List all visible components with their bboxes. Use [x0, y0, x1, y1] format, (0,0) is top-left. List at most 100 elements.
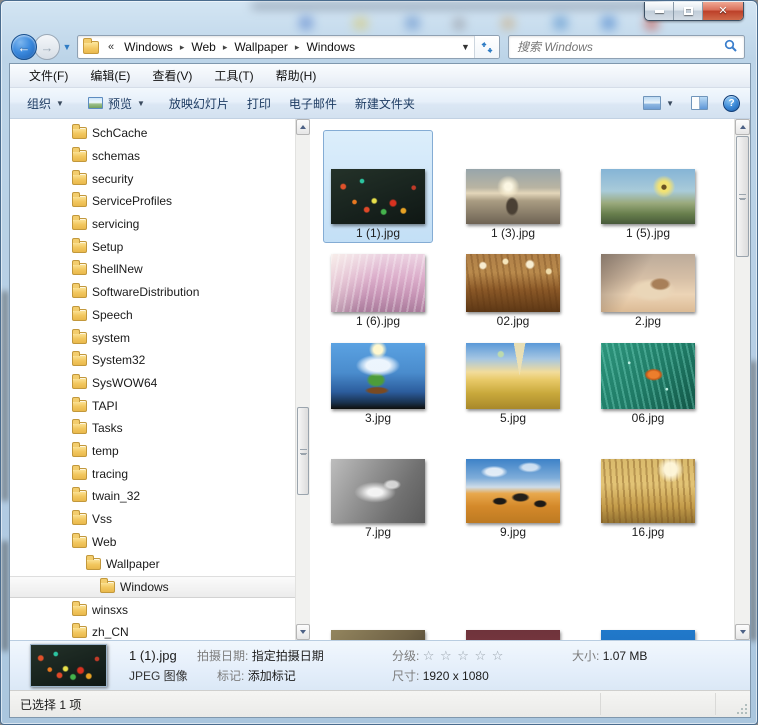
change-view-button[interactable]: ▼ — [639, 91, 678, 115]
breadcrumb-overflow-chevron[interactable]: « — [104, 41, 118, 53]
menu-help[interactable]: 帮助(H) — [265, 67, 328, 84]
minimize-button[interactable] — [645, 2, 674, 20]
tree-item-temp[interactable]: temp — [10, 440, 295, 463]
back-arrow-icon: ← — [18, 41, 31, 54]
menu-edit[interactable]: 编辑(E) — [79, 67, 141, 84]
close-button[interactable]: ✕ — [703, 2, 743, 20]
new-folder-button[interactable]: 新建文件夹 — [346, 91, 424, 115]
image-thumbnail — [466, 630, 560, 640]
tags-value[interactable]: 添加标记 — [248, 669, 296, 683]
tree-item-system[interactable]: system — [10, 326, 295, 349]
preview-pane-button[interactable] — [687, 91, 712, 115]
content-scrollbar[interactable] — [734, 119, 750, 640]
window-controls: ✕ — [644, 2, 744, 21]
forward-button[interactable]: → — [34, 34, 60, 60]
tree-scrollbar[interactable] — [295, 119, 310, 640]
file-tile[interactable] — [593, 579, 703, 640]
details-pane: 1 (1).jpg JPEG 图像 拍摄日期: 指定拍摄日期 标记: 添加标记 … — [10, 640, 750, 690]
file-tile[interactable] — [458, 579, 568, 640]
refresh-button[interactable] — [474, 36, 499, 58]
menu-tools[interactable]: 工具(T) — [203, 67, 264, 84]
folder-icon — [72, 354, 87, 366]
file-tile[interactable]: 16.jpg — [593, 451, 703, 542]
tree-item-setup[interactable]: Setup — [10, 235, 295, 258]
scroll-down-button[interactable] — [735, 624, 750, 640]
tree-item-syswow64[interactable]: SysWOW64 — [10, 372, 295, 395]
scroll-up-button[interactable] — [735, 119, 750, 135]
tree-item-serviceprofiles[interactable]: ServiceProfiles — [10, 190, 295, 213]
rating-stars-icon[interactable]: ☆ ☆ ☆ ☆ ☆ — [423, 648, 505, 663]
file-tile[interactable]: 06.jpg — [593, 337, 703, 428]
tree-item-tracing[interactable]: tracing — [10, 462, 295, 485]
tree-item-schemas[interactable]: schemas — [10, 145, 295, 168]
dimensions-value: 1920 x 1080 — [423, 669, 489, 683]
folder-icon — [72, 263, 87, 275]
file-tile[interactable]: 9.jpg — [458, 451, 568, 542]
tree-item-servicing[interactable]: servicing — [10, 213, 295, 236]
tree-item-winsxs[interactable]: winsxs — [10, 598, 295, 621]
file-tile[interactable]: 2.jpg — [593, 250, 703, 331]
email-button[interactable]: 电子邮件 — [280, 91, 346, 115]
date-taken-value[interactable]: 指定拍摄日期 — [252, 649, 324, 663]
search-icon[interactable] — [724, 39, 744, 56]
file-tile[interactable]: 02.jpg — [458, 250, 568, 331]
print-button[interactable]: 打印 — [238, 91, 280, 115]
file-tile-selected[interactable]: 1 (1).jpg — [323, 130, 433, 243]
organize-button[interactable]: 组织▼ — [18, 91, 73, 115]
file-row: 7.jpg 9.jpg 16.jpg — [323, 451, 703, 542]
tree-item-softwaredistribution[interactable]: SoftwareDistribution — [10, 281, 295, 304]
breadcrumb-item-windows[interactable]: Windows — [300, 40, 361, 54]
scrollbar-thumb[interactable] — [297, 407, 309, 495]
scroll-up-button[interactable] — [296, 119, 310, 135]
preview-button[interactable]: 预览▼ — [79, 91, 154, 115]
selected-filetype: JPEG 图像 — [129, 666, 188, 686]
tree-item-schcache[interactable]: SchCache — [10, 122, 295, 145]
tree-item-zhcn[interactable]: zh_CN — [10, 621, 295, 640]
maximize-button[interactable] — [674, 2, 703, 20]
file-tile[interactable]: 1 (5).jpg — [593, 130, 703, 243]
breadcrumb-item-web[interactable]: Web — [185, 40, 221, 54]
help-button[interactable]: ? — [721, 91, 742, 115]
back-button[interactable]: ← — [11, 34, 37, 60]
glass-edge-shadow — [2, 291, 8, 501]
tree-item-wallpaper[interactable]: Wallpaper — [10, 553, 295, 576]
command-toolbar: 组织▼ 预览▼ 放映幻灯片 打印 电子邮件 新建文件夹 ▼ ? — [10, 88, 750, 119]
tree-item-tapi[interactable]: TAPI — [10, 394, 295, 417]
file-tile[interactable]: 7.jpg — [323, 451, 433, 542]
tree-item-tasks[interactable]: Tasks — [10, 417, 295, 440]
file-tile[interactable]: 3.jpg — [323, 337, 433, 428]
file-tile[interactable]: 1 (6).jpg — [323, 250, 433, 331]
file-tile[interactable]: 5.jpg — [458, 337, 568, 428]
file-tile[interactable] — [323, 579, 433, 640]
tree-item-windows-selected[interactable]: Windows — [10, 576, 295, 599]
tree-item-shellnew[interactable]: ShellNew — [10, 258, 295, 281]
folder-icon — [86, 558, 101, 570]
breadcrumb-item-windows-root[interactable]: Windows — [118, 40, 179, 54]
menu-file[interactable]: 文件(F) — [18, 67, 79, 84]
slideshow-button[interactable]: 放映幻灯片 — [160, 91, 238, 115]
search-input[interactable] — [509, 40, 724, 54]
scroll-down-button[interactable] — [296, 624, 310, 640]
menu-view[interactable]: 查看(V) — [141, 67, 203, 84]
triangle-up-icon — [300, 125, 306, 129]
breadcrumb-item-wallpaper[interactable]: Wallpaper — [228, 40, 294, 54]
tree-item-web[interactable]: Web — [10, 530, 295, 553]
tree-item-speech[interactable]: Speech — [10, 304, 295, 327]
selected-filename: 1 (1).jpg — [129, 646, 188, 666]
tree-item-vss[interactable]: Vss — [10, 508, 295, 531]
tree-item-twain32[interactable]: twain_32 — [10, 485, 295, 508]
recent-pages-dropdown[interactable]: ▼ — [60, 42, 74, 52]
resize-grip[interactable] — [736, 703, 748, 715]
title-bar[interactable]: ✕ — [1, 1, 757, 31]
tree-item-system32[interactable]: System32 — [10, 349, 295, 372]
tree-item-security[interactable]: security — [10, 167, 295, 190]
statusbar-separator — [600, 693, 601, 715]
scrollbar-thumb[interactable] — [736, 136, 749, 257]
address-dropdown-button[interactable]: ▼ — [457, 36, 474, 58]
address-bar[interactable]: « Windows ▸ Web ▸ Wallpaper ▸ Windows ▼ — [77, 35, 500, 59]
glass-edge-shadow — [2, 541, 8, 651]
file-tile[interactable]: 1 (3).jpg — [458, 130, 568, 243]
file-row: 3.jpg 5.jpg 06.jpg — [323, 337, 703, 428]
size-label: 大小: — [572, 649, 599, 663]
image-thumbnail — [331, 459, 425, 523]
